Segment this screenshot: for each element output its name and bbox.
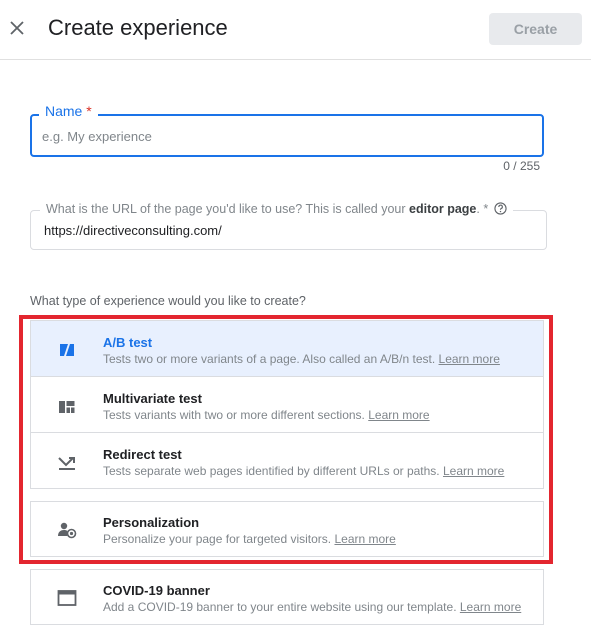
close-button[interactable] <box>6 17 28 39</box>
option-title: A/B test <box>103 335 153 350</box>
option-desc-text: Tests variants with two or more differen… <box>103 408 365 422</box>
option-multivariate-test[interactable]: Multivariate test Tests variants with tw… <box>30 376 544 433</box>
learn-more-link[interactable]: Learn more <box>443 464 504 478</box>
url-label: What is the URL of the page you'd like t… <box>40 202 513 216</box>
option-ab-test[interactable]: A/B test Tests two or more variants of a… <box>30 320 544 377</box>
create-button[interactable]: Create <box>489 13 582 45</box>
option-title: Multivariate test <box>103 391 202 406</box>
url-label-prefix: What is the URL of the page you'd like t… <box>46 202 406 216</box>
option-title: Personalization <box>103 515 200 530</box>
help-icon[interactable] <box>494 202 507 215</box>
close-icon <box>10 21 24 35</box>
option-desc-text: Add a COVID-19 banner to your entire web… <box>103 600 457 614</box>
ab-test-icon <box>57 340 77 360</box>
name-label: Name * <box>39 103 98 119</box>
url-label-strong: editor page <box>409 202 477 216</box>
url-value[interactable]: https://directiveconsulting.com/ <box>44 223 222 238</box>
option-personalization[interactable]: Personalization Personalize your page fo… <box>30 501 544 557</box>
dialog-header: Create experience Create <box>0 0 591 60</box>
option-title: Redirect test <box>103 447 182 462</box>
option-desc-text: Tests separate web pages identified by d… <box>103 464 440 478</box>
option-covid-banner[interactable]: COVID-19 banner Add a COVID-19 banner to… <box>30 569 544 625</box>
option-desc: Tests separate web pages identified by d… <box>103 464 504 478</box>
redirect-icon <box>57 453 77 473</box>
learn-more-link[interactable]: Learn more <box>460 600 521 614</box>
url-label-suffix: . * <box>476 202 489 216</box>
name-input[interactable] <box>42 126 532 146</box>
option-desc-text: Tests two or more variants of a page. Al… <box>103 352 436 366</box>
option-desc-text: Personalize your page for targeted visit… <box>103 532 332 546</box>
character-counter: 0 / 255 <box>503 159 540 173</box>
option-redirect-test[interactable]: Redirect test Tests separate web pages i… <box>30 432 544 489</box>
learn-more-link[interactable]: Learn more <box>334 532 395 546</box>
name-label-text: Name <box>45 103 83 119</box>
option-desc: Tests variants with two or more differen… <box>103 408 430 422</box>
option-title: COVID-19 banner <box>103 583 210 598</box>
learn-more-link[interactable]: Learn more <box>368 408 429 422</box>
required-mark: * <box>86 103 92 119</box>
banner-icon <box>57 588 77 608</box>
personalization-icon <box>57 520 77 540</box>
multivariate-icon <box>57 397 77 417</box>
option-desc: Personalize your page for targeted visit… <box>103 532 396 546</box>
option-desc: Tests two or more variants of a page. Al… <box>103 352 500 366</box>
learn-more-link[interactable]: Learn more <box>439 352 500 366</box>
experience-type-question: What type of experience would you like t… <box>30 294 306 308</box>
option-desc: Add a COVID-19 banner to your entire web… <box>103 600 521 614</box>
page-title: Create experience <box>48 15 228 40</box>
